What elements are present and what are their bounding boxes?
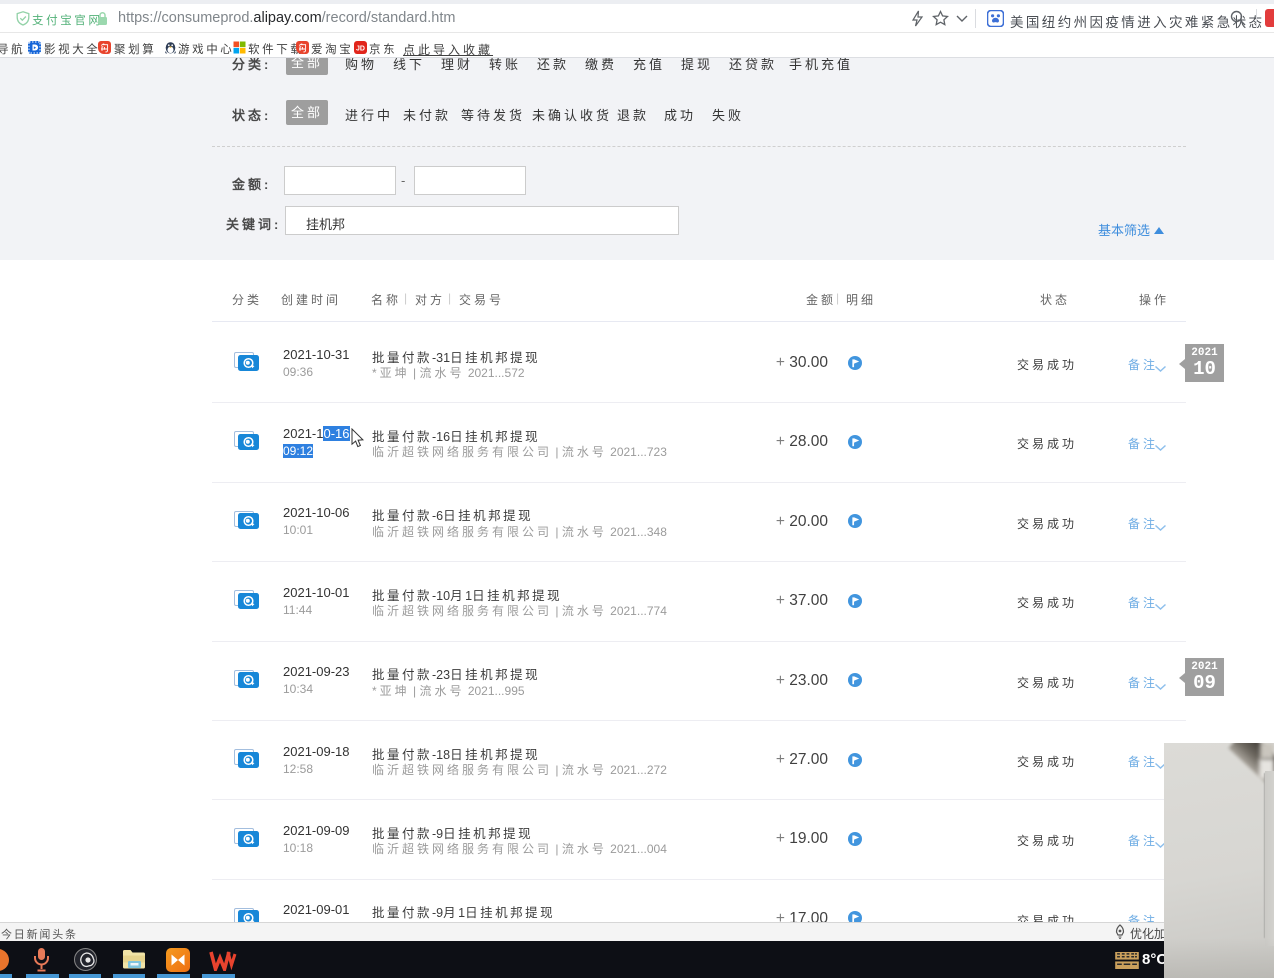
svg-text:JD: JD [356, 46, 365, 53]
